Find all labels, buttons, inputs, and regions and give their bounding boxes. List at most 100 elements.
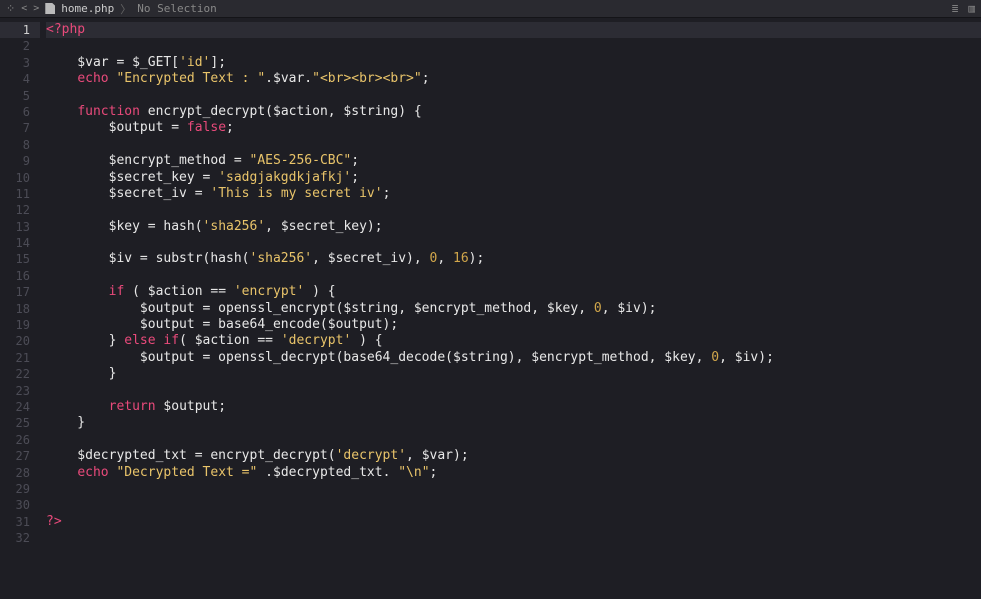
line-number: 7 (0, 120, 40, 136)
code-line[interactable] (46, 268, 981, 284)
code-token: $iv = substr(hash( (46, 251, 250, 266)
code-line[interactable]: if ( $action == 'encrypt' ) { (46, 284, 981, 300)
code-token: $decrypted_txt = encrypt_decrypt( (46, 448, 336, 463)
code-token: function (77, 104, 140, 119)
line-number: 12 (0, 202, 40, 218)
code-line[interactable] (46, 235, 981, 251)
line-number: 3 (0, 55, 40, 71)
code-token (46, 399, 109, 414)
code-line[interactable]: } (46, 415, 981, 431)
code-token: "\n" (398, 465, 429, 480)
code-line[interactable] (46, 497, 981, 513)
line-number: 6 (0, 104, 40, 120)
code-line[interactable]: } else if( $action == 'decrypt' ) { (46, 333, 981, 349)
code-line[interactable]: <?php (46, 22, 981, 38)
code-token: 'sha256' (250, 251, 313, 266)
breadcrumb-file[interactable]: home.php (61, 2, 114, 15)
code-token: , $secret_key); (265, 219, 382, 234)
code-line[interactable]: $iv = substr(hash('sha256', $secret_iv),… (46, 251, 981, 267)
code-line[interactable]: $output = false; (46, 120, 981, 136)
code-line[interactable]: $encrypt_method = "AES-256-CBC"; (46, 153, 981, 169)
code-line[interactable]: } (46, 366, 981, 382)
code-line[interactable]: function encrypt_decrypt($action, $strin… (46, 104, 981, 120)
line-number: 23 (0, 383, 40, 399)
line-number: 21 (0, 350, 40, 366)
code-line[interactable] (46, 202, 981, 218)
code-token: else if (124, 333, 179, 348)
code-token (46, 71, 77, 86)
chevron-left-icon[interactable]: < (21, 3, 27, 14)
line-number: 22 (0, 366, 40, 382)
code-token (46, 465, 77, 480)
code-line[interactable]: $output = openssl_encrypt($string, $encr… (46, 301, 981, 317)
line-number: 25 (0, 415, 40, 431)
code-token: $output; (156, 399, 226, 414)
code-token: $secret_key = (46, 170, 218, 185)
line-number: 1 (0, 22, 40, 38)
code-line[interactable]: return $output; (46, 399, 981, 415)
code-token: } (46, 415, 85, 430)
line-number: 8 (0, 137, 40, 153)
line-number: 19 (0, 317, 40, 333)
code-area[interactable]: <?php $var = $_GET['id']; echo "Encrypte… (40, 18, 981, 599)
code-token: ; (351, 170, 359, 185)
code-token: } (46, 366, 116, 381)
code-token: $encrypt_method = (46, 153, 250, 168)
code-line[interactable] (46, 383, 981, 399)
code-token: 'sadgjakgdkjafkj' (218, 170, 351, 185)
code-line[interactable] (46, 137, 981, 153)
chevron-right-icon[interactable]: > (33, 3, 39, 14)
code-token: <?php (46, 22, 85, 37)
code-line[interactable] (46, 38, 981, 54)
code-line[interactable] (46, 481, 981, 497)
code-token: 0 (594, 301, 602, 316)
code-token: "Decrypted Text =" (116, 465, 257, 480)
code-line[interactable]: $key = hash('sha256', $secret_key); (46, 219, 981, 235)
panel-icon[interactable]: ▥ (968, 2, 975, 15)
code-token: $output = (46, 120, 187, 135)
code-token (46, 104, 77, 119)
code-token: ?> (46, 514, 62, 529)
code-line[interactable]: echo "Decrypted Text =" .$decrypted_txt.… (46, 465, 981, 481)
code-line[interactable] (46, 432, 981, 448)
breadcrumb[interactable]: ⁘ < > home.php 〉 No Selection (6, 1, 217, 17)
code-editor[interactable]: 1234567891011121314151617181920212223242… (0, 18, 981, 599)
code-line[interactable]: $decrypted_txt = encrypt_decrypt('decryp… (46, 448, 981, 464)
code-token: 0 (711, 350, 719, 365)
code-token: $output = base64_encode($output); (46, 317, 398, 332)
line-number: 31 (0, 514, 40, 530)
code-line[interactable]: $output = base64_encode($output); (46, 317, 981, 333)
code-line[interactable] (46, 88, 981, 104)
code-token: ; (422, 71, 430, 86)
code-token: .$decrypted_txt. (257, 465, 398, 480)
code-line[interactable]: $secret_key = 'sadgjakgdkjafkj'; (46, 170, 981, 186)
code-token: ( $action == (124, 284, 234, 299)
code-token: $output = openssl_decrypt(base64_decode(… (46, 350, 711, 365)
code-line[interactable]: echo "Encrypted Text : ".$var."<br><br><… (46, 71, 981, 87)
code-token: , $iv); (719, 350, 774, 365)
file-icon (45, 3, 55, 14)
code-token: ) { (304, 284, 335, 299)
code-token: ]; (210, 55, 226, 70)
code-token: 'encrypt' (234, 284, 304, 299)
list-icon[interactable]: ≣ (952, 2, 959, 15)
code-line[interactable] (46, 530, 981, 546)
code-line[interactable]: $var = $_GET['id']; (46, 55, 981, 71)
code-token: 'This is my secret iv' (210, 186, 382, 201)
code-line[interactable]: $output = openssl_decrypt(base64_decode(… (46, 350, 981, 366)
code-token: , $var); (406, 448, 469, 463)
code-token: ; (226, 120, 234, 135)
code-line[interactable]: ?> (46, 514, 981, 530)
code-token: 'decrypt' (336, 448, 406, 463)
breadcrumb-selection[interactable]: No Selection (137, 2, 216, 15)
line-number: 5 (0, 88, 40, 104)
line-number: 26 (0, 432, 40, 448)
line-number: 14 (0, 235, 40, 251)
code-line[interactable]: $secret_iv = 'This is my secret iv'; (46, 186, 981, 202)
code-token: 'decrypt' (281, 333, 351, 348)
code-token: "AES-256-CBC" (250, 153, 352, 168)
code-token: $var = $_GET[ (46, 55, 179, 70)
line-number: 27 (0, 448, 40, 464)
line-number: 15 (0, 251, 40, 267)
grid-icon[interactable]: ⁘ (6, 2, 15, 15)
